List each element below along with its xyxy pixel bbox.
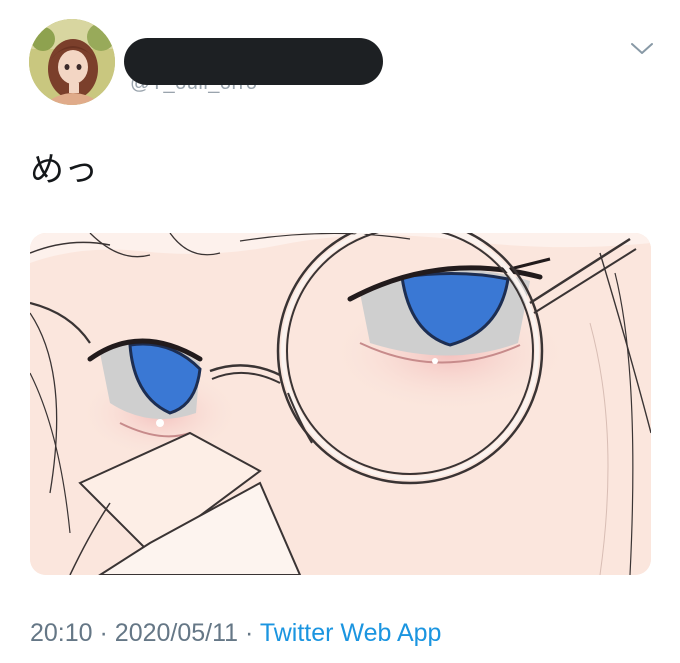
tweet-date[interactable]: 2020/05/11 bbox=[115, 619, 238, 647]
meta-separator: · bbox=[99, 619, 108, 647]
chevron-down-icon[interactable] bbox=[629, 38, 655, 58]
avatar[interactable] bbox=[29, 19, 115, 105]
tweet-meta: 20:10 · 2020/05/11 · Twitter Web App bbox=[30, 618, 441, 648]
tweet-time[interactable]: 20:10 bbox=[30, 619, 93, 647]
author-name-redaction bbox=[124, 38, 383, 85]
tweet-card: @T_ouli_orro めっ 20:10 · 2020/05/11 · Twi… bbox=[0, 0, 680, 663]
tweet-media-image[interactable] bbox=[30, 233, 651, 575]
meta-separator: · bbox=[245, 619, 254, 647]
tweet-text: めっ bbox=[30, 150, 98, 190]
tweet-source-link[interactable]: Twitter Web App bbox=[260, 619, 442, 647]
